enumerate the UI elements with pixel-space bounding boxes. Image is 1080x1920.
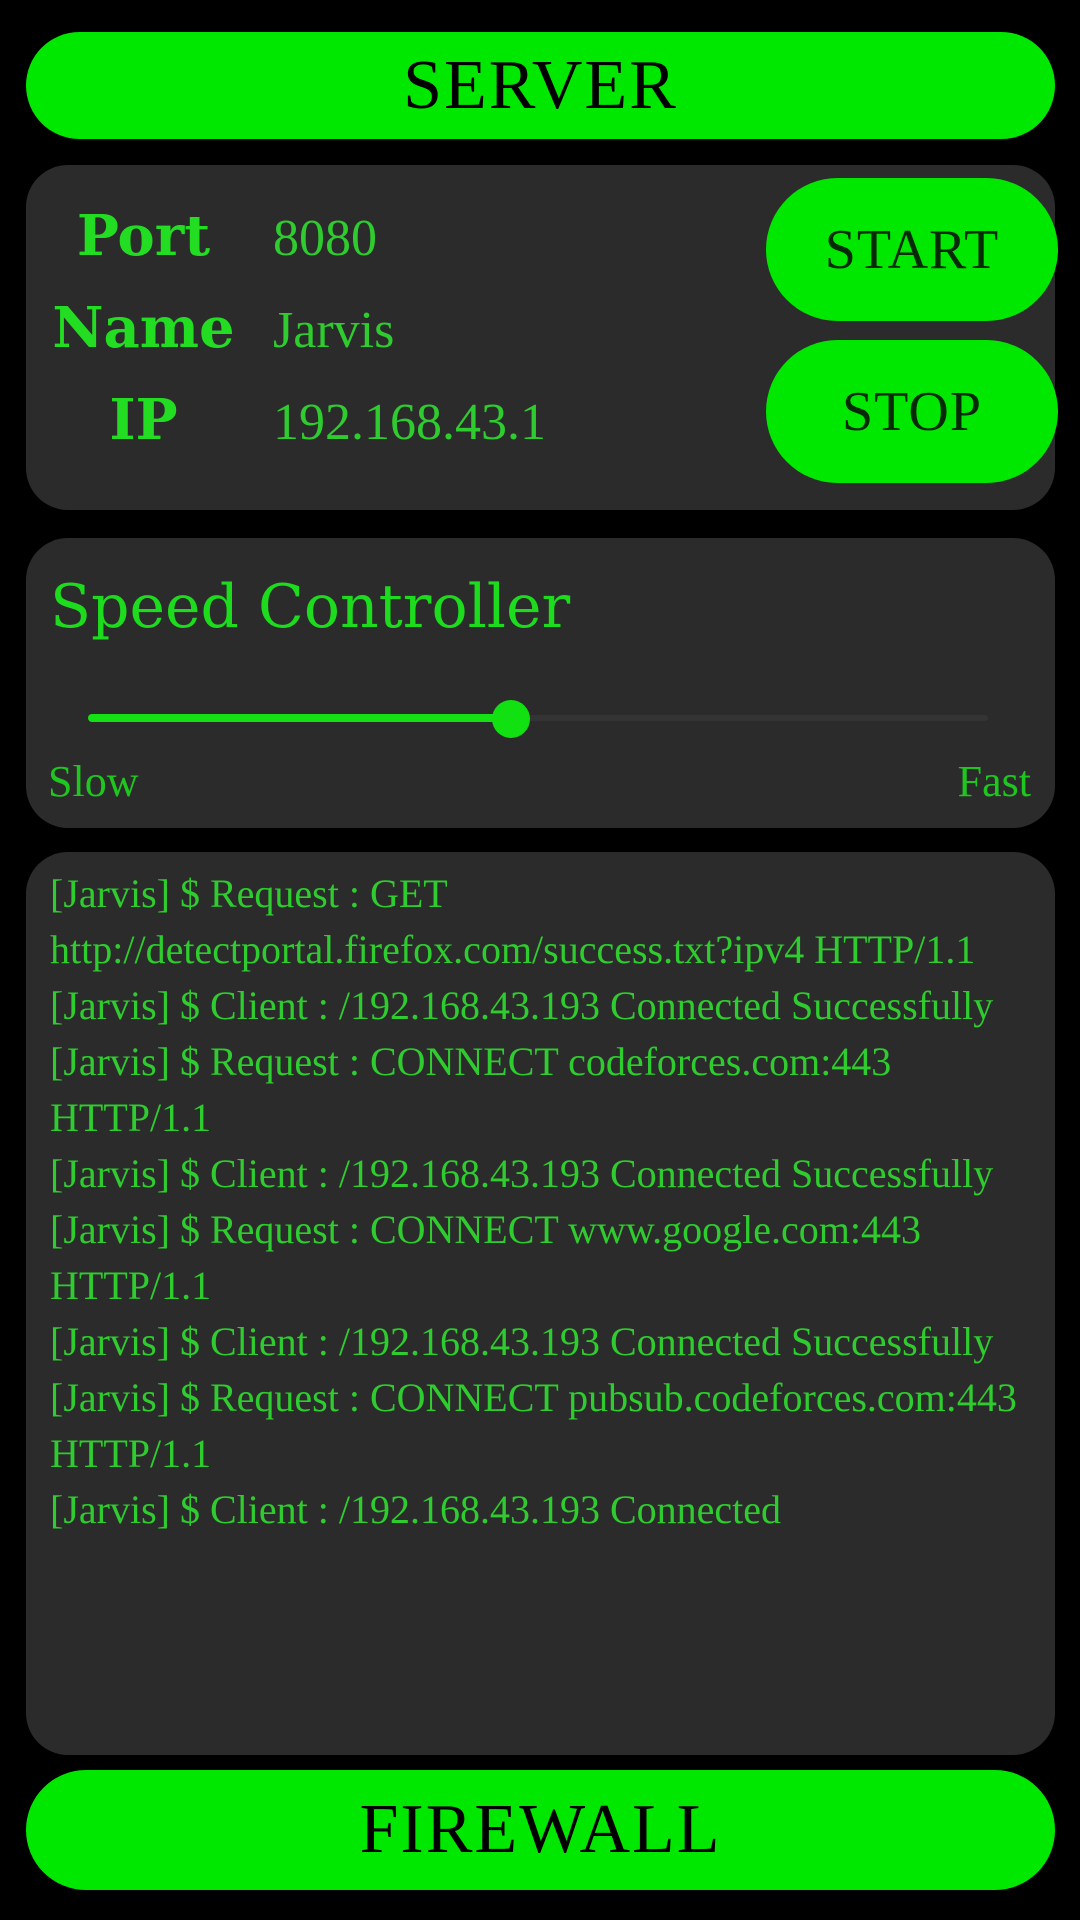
speed-controller-card: Speed Controller Slow Fast bbox=[26, 538, 1055, 828]
name-value: Jarvis bbox=[273, 302, 395, 359]
start-button-label: START bbox=[824, 218, 1000, 281]
server-tab-label: SERVER bbox=[403, 46, 678, 124]
firewall-tab-button[interactable]: FIREWALL bbox=[26, 1770, 1055, 1890]
server-log-text: [Jarvis] $ Request : GET http://detectpo… bbox=[50, 871, 1017, 1532]
slider-fast-label: Fast bbox=[957, 757, 1031, 806]
firewall-tab-label: FIREWALL bbox=[359, 1791, 722, 1868]
slider-thumb[interactable] bbox=[492, 700, 530, 738]
slider-slow-label: Slow bbox=[48, 757, 139, 806]
ip-label: IP bbox=[109, 387, 178, 453]
stop-button[interactable]: STOP bbox=[766, 340, 1058, 483]
server-info-card: Port 8080 Name Jarvis IP 192.168.43.1 ST… bbox=[26, 165, 1058, 510]
speed-slider[interactable] bbox=[88, 698, 988, 738]
info-row-name: Name Jarvis bbox=[26, 295, 646, 387]
port-value: 8080 bbox=[273, 210, 377, 267]
server-tab-button[interactable]: SERVER bbox=[26, 32, 1055, 139]
start-button[interactable]: START bbox=[766, 178, 1058, 321]
stop-button-label: STOP bbox=[842, 380, 982, 443]
ip-value: 192.168.43.1 bbox=[273, 394, 546, 451]
server-log-card[interactable]: [Jarvis] $ Request : GET http://detectpo… bbox=[26, 852, 1055, 1755]
info-row-ip: IP 192.168.43.1 bbox=[26, 387, 646, 479]
slider-track-fill bbox=[88, 714, 511, 722]
name-label: Name bbox=[52, 295, 235, 361]
speed-controller-title: Speed Controller bbox=[50, 572, 571, 642]
server-info-list: Port 8080 Name Jarvis IP 192.168.43.1 bbox=[26, 203, 646, 479]
info-row-port: Port 8080 bbox=[26, 203, 646, 295]
app-screen: SERVER Port 8080 Name Jarvis IP 192.168.… bbox=[0, 0, 1080, 1920]
port-label: Port bbox=[76, 203, 211, 269]
